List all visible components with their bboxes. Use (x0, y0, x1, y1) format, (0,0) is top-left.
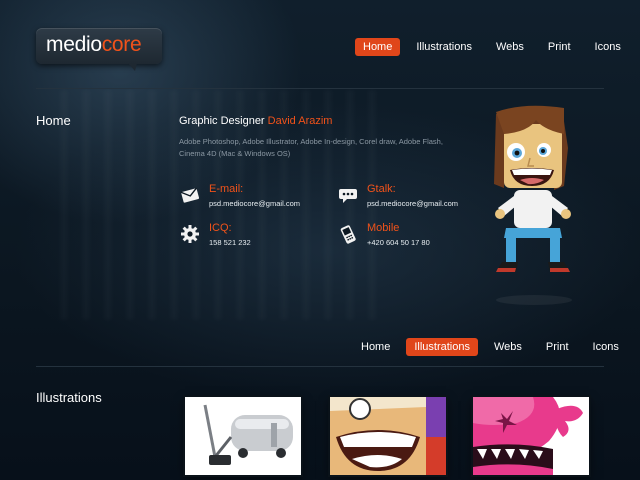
envelope-icon (180, 187, 200, 203)
gear-icon (181, 225, 199, 243)
contact-icq: ICQ: 158 521 232 (180, 222, 330, 256)
contact-mobile-label: Mobile (367, 222, 400, 234)
second-nav-webs[interactable]: Webs (486, 338, 530, 356)
second-navigation: Home Illustrations Webs Print Icons (345, 338, 627, 356)
logo-text-core: core (101, 33, 142, 56)
second-nav-icons[interactable]: Icons (585, 338, 627, 356)
logo-text: mediocore (46, 33, 142, 57)
contact-mobile-value: +420 604 50 17 80 (367, 238, 430, 247)
contact-email: E-mail: psd.mediocore@gmail.com (180, 183, 330, 217)
second-nav-illustrations[interactable]: Illustrations (406, 338, 478, 356)
laughing-man-illustration (330, 397, 446, 475)
second-nav-print[interactable]: Print (538, 338, 577, 356)
contact-icq-value: 158 521 232 (209, 238, 251, 247)
top-nav-print[interactable]: Print (540, 38, 579, 56)
top-nav-icons[interactable]: Icons (587, 38, 629, 56)
skills-text: Adobe Photoshop, Adobe Illustrator, Adob… (179, 137, 443, 158)
contact-gtalk: Gtalk: psd.mediocore@gmail.com (338, 183, 488, 217)
top-navigation: Home Illustrations Webs Print Icons (347, 38, 629, 56)
contact-mobile: Mobile +420 604 50 17 80 (338, 222, 488, 256)
home-section-title: Home (36, 113, 71, 128)
headline-name: David Arazim (267, 115, 333, 127)
contact-gtalk-value[interactable]: psd.mediocore@gmail.com (367, 199, 458, 208)
contact-email-label: E-mail: (209, 183, 244, 195)
illustrations-section-title: Illustrations (36, 390, 102, 405)
pink-monster-illustration (473, 397, 583, 475)
cartoon-character-illustration (494, 105, 572, 305)
logo-text-medio: medio (46, 33, 102, 56)
second-nav-home[interactable]: Home (353, 338, 398, 356)
headline-role: Graphic Designer (179, 115, 268, 127)
divider-top (36, 88, 604, 89)
divider-middle (36, 366, 604, 367)
top-nav-home[interactable]: Home (355, 38, 401, 56)
top-nav-illustrations[interactable]: Illustrations (408, 38, 480, 56)
chat-bubble-icon (339, 189, 357, 203)
mobile-phone-icon (340, 225, 356, 244)
top-nav-webs[interactable]: Webs (488, 38, 532, 56)
headline: Graphic Designer David Arazim (179, 115, 332, 127)
site-logo[interactable]: mediocore (36, 28, 162, 71)
thumbnail-laughing-man[interactable] (330, 397, 446, 475)
contact-icq-label: ICQ: (209, 222, 232, 234)
vacuum-cleaner-illustration (203, 404, 293, 465)
contact-email-value[interactable]: psd.mediocore@gmail.com (209, 199, 300, 208)
contact-gtalk-label: Gtalk: (367, 183, 396, 195)
thumbnail-vacuum-cleaner[interactable] (185, 397, 301, 475)
thumbnail-pink-monster[interactable] (473, 397, 589, 475)
